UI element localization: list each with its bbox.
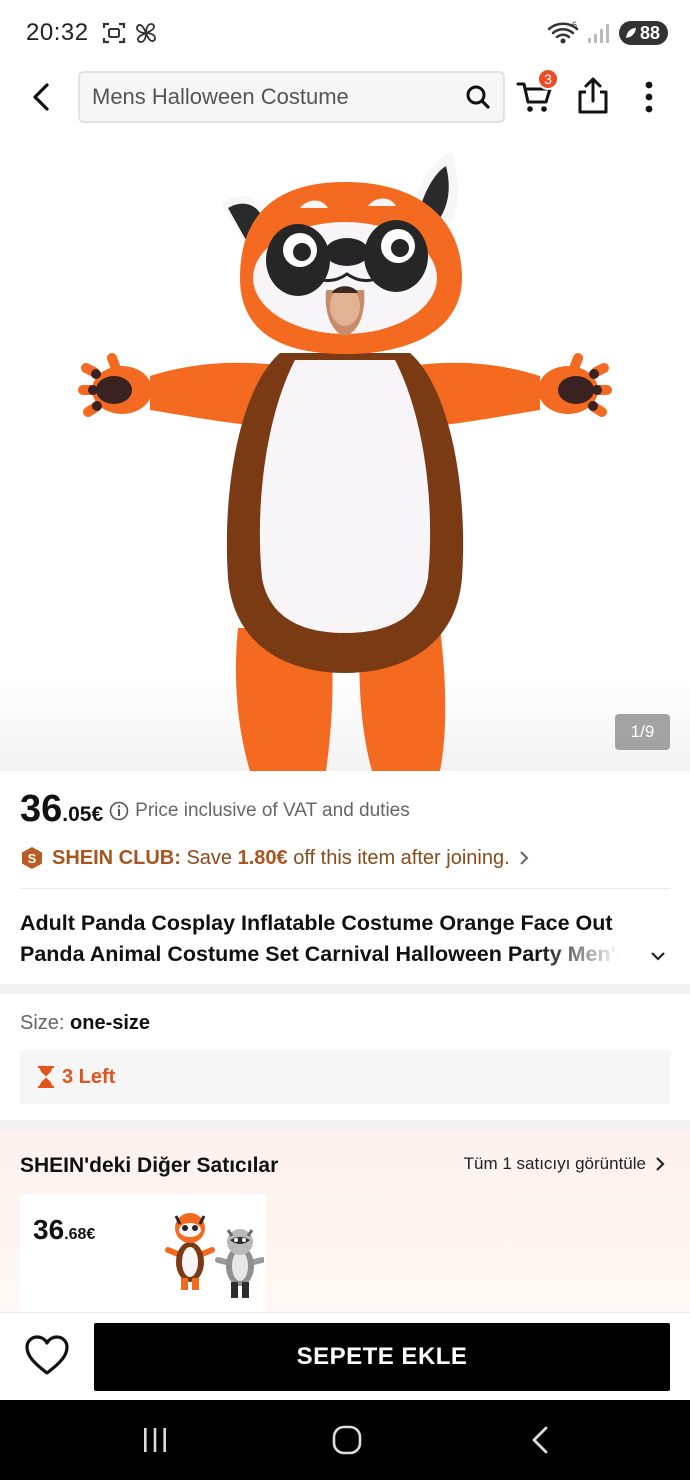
status-bar: 20:32 6 88 — [0, 0, 690, 66]
seller-price: 36 .68€ — [33, 1214, 95, 1246]
price-integer: 36 — [20, 788, 63, 830]
cart-count-badge: 3 — [537, 68, 559, 90]
section-separator — [0, 1120, 690, 1130]
price-decimal: .05€ — [62, 803, 104, 826]
add-to-cart-button[interactable]: SEPETE EKLE — [94, 1323, 670, 1391]
wifi-icon: 6 — [547, 20, 579, 44]
recent-apps-icon — [144, 1428, 166, 1452]
stock-text: 3 Left — [62, 1065, 116, 1088]
low-stock-notice: 3 Left — [20, 1050, 670, 1104]
info-icon — [109, 801, 129, 821]
seller-price-decimal: .68€ — [64, 1226, 96, 1243]
club-badge-letter: S — [28, 851, 37, 866]
more-options-button[interactable] — [636, 78, 662, 118]
status-notification-icons — [101, 20, 159, 46]
hourglass-icon — [38, 1066, 54, 1088]
image-counter: 1/9 — [615, 714, 670, 750]
club-text-before: Save — [186, 846, 233, 869]
title-expand-button[interactable] — [648, 946, 668, 966]
home-icon — [332, 1425, 362, 1455]
club-text-after: off this item after joining. — [293, 846, 510, 869]
wifi-label: 6 — [572, 20, 577, 30]
size-label: Size: — [20, 1012, 65, 1034]
view-all-sellers-link[interactable]: Tüm 1 satıcıyı görüntüle — [464, 1154, 666, 1174]
title-fade — [540, 939, 640, 970]
search-query: Mens Halloween Costume — [92, 84, 349, 109]
back-arrow-icon — [532, 1426, 548, 1454]
battery-level: 88 — [639, 22, 660, 43]
screenshot-icon — [102, 22, 125, 44]
home-button[interactable] — [327, 1420, 367, 1460]
product-photo — [78, 152, 612, 771]
shein-club-badge-icon: S — [22, 847, 42, 869]
chevron-down-icon — [651, 952, 665, 961]
top-header: Mens Halloween Costume 3 — [0, 66, 690, 128]
back-button[interactable] — [24, 78, 58, 116]
right-paw — [538, 353, 612, 417]
status-time: 20:32 — [26, 19, 89, 46]
share-icon — [578, 77, 608, 114]
seller-card[interactable]: 36 .68€ — [20, 1194, 266, 1312]
status-right-icons: 6 88 — [547, 20, 668, 46]
price-vat-info[interactable]: Price inclusive of VAT and duties — [109, 800, 410, 822]
divider — [20, 888, 670, 889]
other-sellers-title: SHEIN'deki Diğer Satıcılar — [20, 1154, 279, 1177]
pinwheel-icon — [135, 23, 156, 43]
price-vat-note: Price inclusive of VAT and duties — [135, 800, 410, 821]
recent-apps-button[interactable] — [135, 1420, 175, 1460]
club-amount: 1.80€ — [237, 846, 288, 869]
other-sellers-section: SHEIN'deki Diğer Satıcılar Tüm 1 satıcıy… — [0, 1130, 690, 1312]
section-separator — [0, 984, 690, 994]
more-vertical-icon — [645, 81, 653, 113]
signal-icon — [587, 24, 609, 43]
heart-icon — [25, 1335, 69, 1375]
price-row: 36 .05€ Price inclusive of VAT and dutie… — [20, 788, 410, 831]
view-all-sellers-label: Tüm 1 satıcıyı görüntüle — [463, 1154, 646, 1173]
left-paw — [78, 353, 152, 417]
bottom-action-bar: SEPETE EKLE — [0, 1312, 690, 1400]
size-row: Size: one-size — [20, 1012, 150, 1035]
share-button[interactable] — [576, 76, 610, 116]
chevron-left-icon — [33, 83, 49, 111]
shein-club-promo[interactable]: S SHEIN CLUB: Save 1.80€ off this item a… — [20, 846, 530, 870]
product-image-gallery[interactable] — [0, 128, 690, 771]
battery-indicator: 88 — [618, 21, 668, 45]
club-name: SHEIN CLUB: — [52, 846, 181, 869]
search-input[interactable]: Mens Halloween Costume — [78, 71, 505, 123]
seller-price-integer: 36 — [33, 1214, 65, 1245]
system-navigation-bar — [0, 1400, 690, 1480]
chevron-right-icon — [656, 1157, 665, 1171]
system-back-button[interactable] — [520, 1420, 560, 1460]
search-icon[interactable] — [465, 84, 491, 110]
seller-product-thumbnail — [165, 1213, 264, 1298]
wishlist-button[interactable] — [24, 1333, 70, 1379]
size-value: one-size — [70, 1012, 151, 1034]
battery-leaf-icon — [625, 28, 636, 38]
chevron-right-icon — [519, 851, 529, 865]
